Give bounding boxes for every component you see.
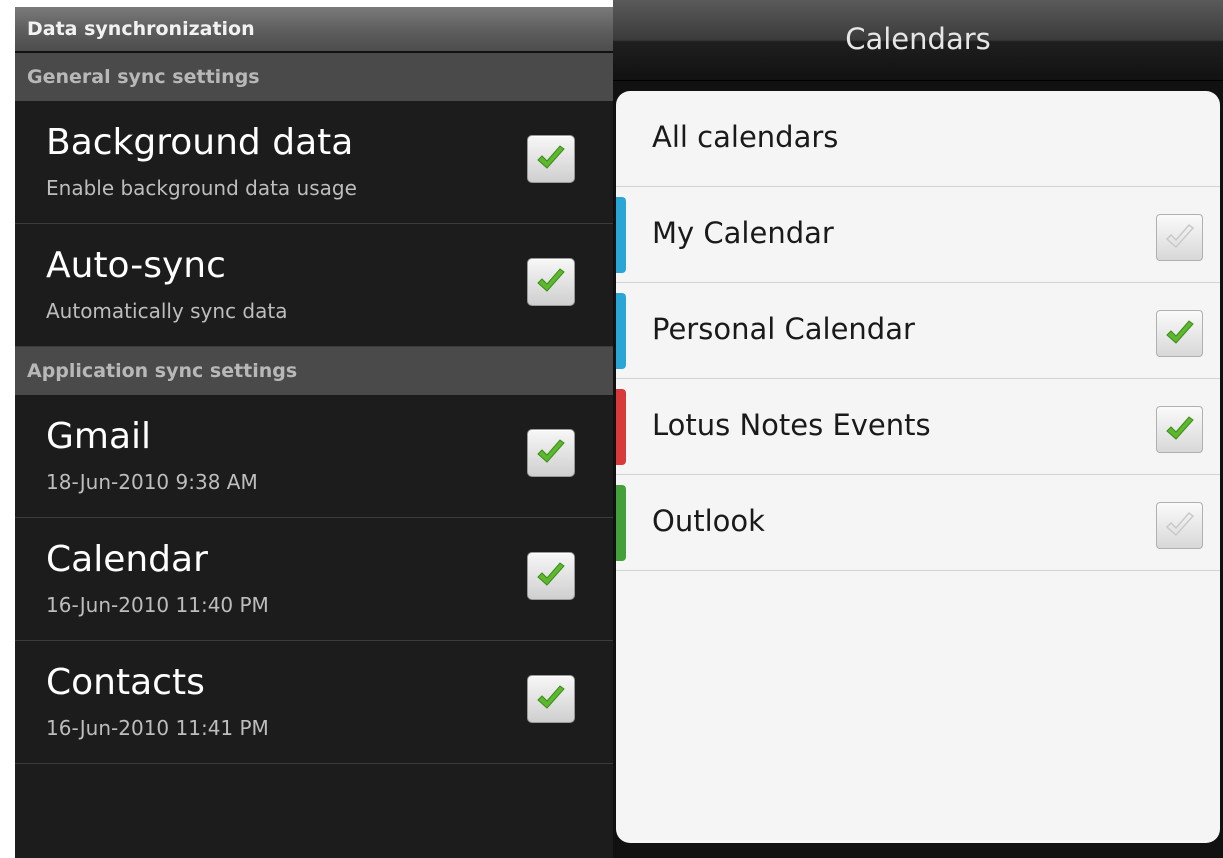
pref-summary: Automatically sync data bbox=[46, 299, 288, 323]
calendar-color-swatch bbox=[616, 389, 626, 465]
pref-auto-sync[interactable]: Auto-sync Automatically sync data bbox=[15, 224, 613, 347]
list-item-personal-calendar[interactable]: Personal Calendar bbox=[616, 283, 1220, 379]
pref-summary: 16-Jun-2010 11:41 PM bbox=[46, 716, 269, 740]
calendar-label: Lotus Notes Events bbox=[652, 408, 931, 442]
gmail-sync-checkbox[interactable] bbox=[527, 429, 575, 477]
checkmark-icon bbox=[537, 145, 565, 169]
section-header-general: General sync settings bbox=[15, 53, 613, 101]
checkmark-icon bbox=[537, 562, 565, 586]
dialog-header: Calendars bbox=[613, 0, 1223, 81]
list-item-my-calendar[interactable]: My Calendar bbox=[616, 187, 1220, 283]
checkmark-icon bbox=[1166, 320, 1194, 344]
lotus-notes-checkbox[interactable] bbox=[1156, 406, 1203, 453]
data-sync-panel: Data synchronization General sync settin… bbox=[15, 7, 613, 858]
panel-title: Data synchronization bbox=[15, 7, 613, 53]
pref-title: Background data bbox=[46, 122, 354, 163]
background-data-checkbox[interactable] bbox=[527, 135, 575, 183]
calendar-color-swatch bbox=[616, 197, 626, 273]
calendar-color-swatch bbox=[616, 293, 626, 369]
pref-title: Auto-sync bbox=[46, 245, 226, 286]
calendar-color-swatch bbox=[616, 485, 626, 561]
auto-sync-checkbox[interactable] bbox=[527, 258, 575, 306]
checkmark-outline-icon bbox=[1165, 511, 1195, 537]
list-item-all-calendars[interactable]: All calendars bbox=[616, 91, 1220, 187]
dialog-title: Calendars bbox=[845, 22, 991, 56]
contacts-sync-checkbox[interactable] bbox=[527, 675, 575, 723]
pref-title: Gmail bbox=[46, 416, 152, 457]
list-item-outlook[interactable]: Outlook bbox=[616, 475, 1220, 571]
pref-background-data[interactable]: Background data Enable background data u… bbox=[15, 101, 613, 224]
outlook-checkbox[interactable] bbox=[1156, 502, 1203, 549]
pref-title: Contacts bbox=[46, 662, 205, 703]
calendar-label: Personal Calendar bbox=[652, 312, 915, 346]
checkmark-icon bbox=[537, 685, 565, 709]
pref-calendar[interactable]: Calendar 16-Jun-2010 11:40 PM bbox=[15, 518, 613, 641]
my-calendar-checkbox[interactable] bbox=[1156, 214, 1203, 261]
pref-summary: Enable background data usage bbox=[46, 176, 357, 200]
calendar-label: Outlook bbox=[652, 504, 765, 538]
checkmark-icon bbox=[1166, 416, 1194, 440]
section-header-application: Application sync settings bbox=[15, 347, 613, 395]
calendar-sync-checkbox[interactable] bbox=[527, 552, 575, 600]
list-item-lotus-notes-events[interactable]: Lotus Notes Events bbox=[616, 379, 1220, 475]
personal-calendar-checkbox[interactable] bbox=[1156, 310, 1203, 357]
checkmark-icon bbox=[537, 268, 565, 292]
calendars-dialog: Calendars All calendars My Calendar Pers… bbox=[613, 0, 1223, 858]
calendar-label: My Calendar bbox=[652, 216, 834, 250]
pref-title: Calendar bbox=[46, 539, 208, 580]
pref-contacts[interactable]: Contacts 16-Jun-2010 11:41 PM bbox=[15, 641, 613, 764]
pref-summary: 18-Jun-2010 9:38 AM bbox=[46, 470, 258, 494]
pref-gmail[interactable]: Gmail 18-Jun-2010 9:38 AM bbox=[15, 395, 613, 518]
checkmark-outline-icon bbox=[1165, 223, 1195, 249]
calendar-list: All calendars My Calendar Personal Calen… bbox=[616, 91, 1220, 843]
pref-summary: 16-Jun-2010 11:40 PM bbox=[46, 593, 269, 617]
calendar-label: All calendars bbox=[652, 120, 839, 154]
checkmark-icon bbox=[537, 439, 565, 463]
